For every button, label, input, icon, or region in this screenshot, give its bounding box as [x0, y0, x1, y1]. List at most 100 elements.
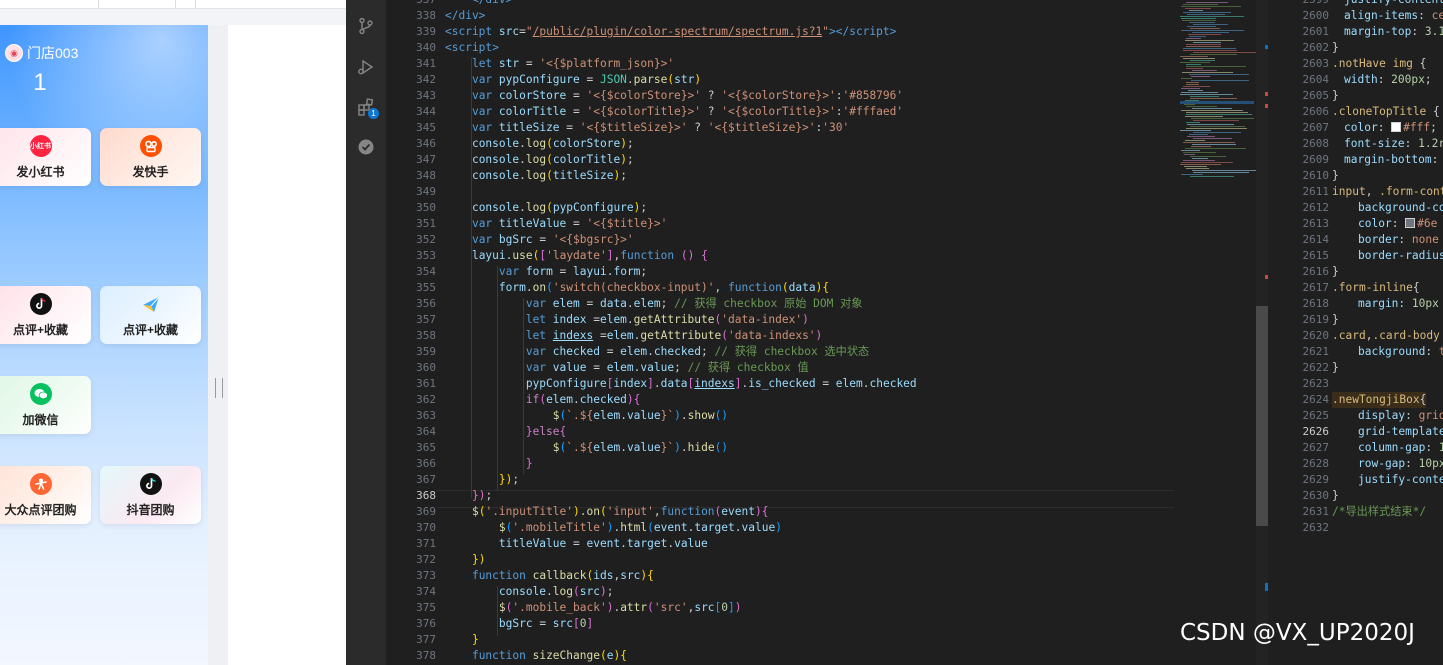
line-number: 351 [416, 217, 436, 230]
minimap-line [1183, 152, 1216, 153]
minimap-line [1193, 24, 1228, 25]
minimap-line [1184, 154, 1195, 155]
minimap-line [1186, 112, 1248, 113]
source-control-icon[interactable] [346, 9, 386, 43]
line-number: 373 [416, 569, 436, 582]
minimap-line [1183, 142, 1235, 143]
check-circle-icon[interactable] [346, 130, 386, 164]
run-debug-icon[interactable] [346, 50, 386, 84]
minimap-line [1189, 36, 1206, 37]
css-line-number: 2616 [1302, 265, 1330, 278]
douyin-icon [139, 472, 162, 495]
minimap-line [1186, 64, 1201, 65]
xiaohongshu-icon: 小红书 [29, 134, 52, 157]
action-card-douyin-group[interactable]: 抖音团购 [100, 466, 201, 524]
minimap-line [1192, 170, 1256, 171]
action-card-review-favorite-2[interactable]: 点评+收藏 [100, 286, 201, 344]
css-line-number: 2609 [1302, 153, 1330, 166]
css-line-number: 2617 [1302, 281, 1330, 294]
line-number: 361 [416, 377, 436, 390]
css-line-number: 2624 [1302, 393, 1330, 406]
csdn-watermark: CSDN @VX_UP2020J [1180, 620, 1415, 646]
minimap-line [1183, 58, 1215, 59]
line-number: 367 [416, 473, 436, 486]
line-number: 353 [416, 249, 436, 262]
action-card-review-favorite[interactable]: 点评+收藏 [0, 286, 91, 344]
minimap-line [1182, 20, 1216, 21]
minimap-line [1181, 150, 1200, 151]
minimap-line [1183, 160, 1215, 161]
line-number: 371 [416, 537, 436, 550]
css-line-number: 2601 [1302, 25, 1330, 38]
minimap-line [1183, 86, 1210, 87]
kuaishou-icon [139, 134, 162, 157]
css-editor[interactable]: 25992600 2601 2602 2603 2604 2605 2606 2607 2608… [1268, 0, 1443, 665]
line-number: 372 [416, 553, 436, 566]
line-number: 338 [416, 9, 436, 22]
preview-blank-area [228, 25, 346, 665]
css-line-number: 2608 [1302, 137, 1330, 150]
minimap-line [1192, 70, 1217, 71]
action-card-label: 发快手 [132, 164, 169, 179]
store-name: 门店003 [27, 45, 79, 61]
minimap-line [1187, 124, 1234, 125]
minimap-line [1186, 2, 1228, 3]
line-number: 357 [416, 313, 436, 326]
minimap[interactable] [1174, 0, 1258, 665]
line-number: 344 [416, 105, 436, 118]
minimap-line [1189, 22, 1215, 23]
css-line-number: 2625 [1302, 409, 1330, 422]
minimap-line [1184, 166, 1207, 167]
line-number: 374 [416, 585, 436, 598]
line-number: 355 [416, 281, 436, 294]
minimap-line [1191, 80, 1249, 81]
extensions-icon[interactable]: 1 [346, 90, 386, 124]
minimap-line [1192, 108, 1232, 109]
css-line-number: 2615 [1302, 249, 1330, 262]
action-card-label: 抖音团购 [126, 502, 175, 517]
line-number: 375 [416, 601, 436, 614]
minimap-line [1192, 158, 1208, 159]
line-number: 362 [416, 393, 436, 406]
line-number: 340 [416, 41, 436, 54]
action-card-kuaishou[interactable]: 发快手 [100, 128, 201, 186]
minimap-line [1191, 146, 1211, 147]
line-number: 348 [416, 169, 436, 182]
minimap-line [1180, 94, 1233, 95]
line-number: 350 [416, 201, 436, 214]
preview-panel: ◉ 门店003 1 小红书 发小红书 发快手 点评+收藏 点评+收藏 加微信 大… [0, 0, 346, 665]
minimap-line [1186, 168, 1209, 169]
css-line-number: 2604 [1302, 73, 1330, 86]
css-line-number: 2632 [1302, 521, 1330, 534]
douyin-icon [29, 292, 52, 315]
splitter-grip-icon[interactable] [215, 378, 223, 398]
css-line-number: 2629 [1302, 473, 1330, 486]
minimap-line [1190, 96, 1219, 97]
editor-scrollbar-thumb[interactable] [1256, 306, 1268, 526]
css-line-number: 2613 [1302, 217, 1330, 230]
code-editor[interactable]: 337338 339 340 341 342 343 344 345 346 347 348 349 3… [386, 0, 1174, 665]
minimap-line [1186, 66, 1246, 67]
minimap-line [1181, 88, 1200, 89]
minimap-line [1187, 26, 1216, 27]
css-line-number: 2618 [1302, 297, 1330, 310]
minimap-line [1189, 74, 1249, 75]
minimap-line [1183, 12, 1231, 13]
css-line-number: 2600 [1302, 9, 1330, 22]
css-line-number: 2630 [1302, 489, 1330, 502]
action-card-dianping-group[interactable]: 大众点评团购 [0, 466, 91, 524]
line-number: 366 [416, 457, 436, 470]
minimap-line [1186, 82, 1199, 83]
action-card-wechat[interactable]: 加微信 [0, 376, 91, 434]
visit-count: 1 [33, 69, 47, 96]
line-number: 378 [416, 649, 436, 662]
css-line-number: 2612 [1302, 201, 1330, 214]
minimap-line [1180, 62, 1210, 63]
action-card-xiaohongshu[interactable]: 小红书 发小红书 [0, 128, 91, 186]
minimap-line [1186, 38, 1201, 39]
minimap-line [1193, 52, 1256, 53]
dianping-icon [29, 472, 52, 495]
minimap-line [1189, 134, 1208, 135]
mobile-preview: ◉ 门店003 1 小红书 发小红书 发快手 点评+收藏 点评+收藏 加微信 大… [0, 25, 208, 665]
preview-splitter[interactable] [208, 25, 228, 665]
